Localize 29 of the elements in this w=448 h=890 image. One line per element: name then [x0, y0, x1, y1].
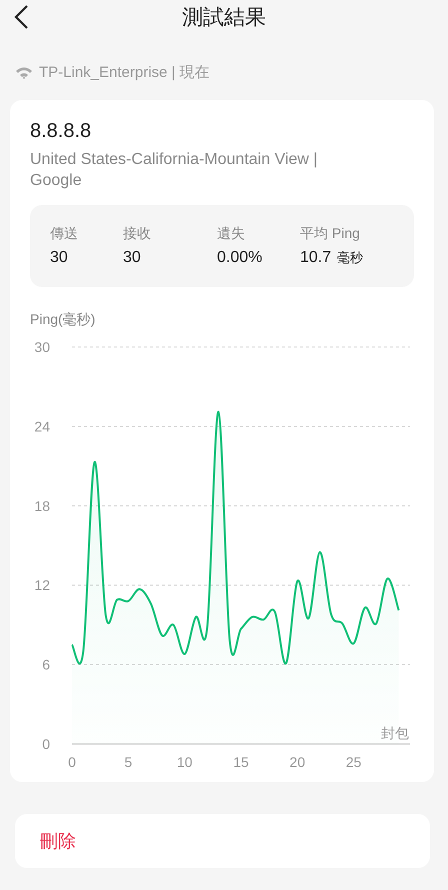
stat-unit: 毫秒 — [337, 249, 364, 267]
stat-label: 平均 Ping — [300, 225, 361, 243]
wifi-icon — [15, 66, 33, 78]
x-tick-label: 25 — [346, 754, 362, 770]
y-tick-label: 18 — [34, 498, 50, 514]
y-tick-label: 0 — [42, 736, 50, 752]
network-status: TP-Link_Enterprise | 現在 — [39, 62, 210, 82]
y-tick-label: 12 — [34, 577, 50, 594]
host-address: 8.8.8.8 — [30, 120, 92, 143]
host-location: United States-California-Mountain View | Google — [30, 150, 319, 191]
stat-label: 接收 — [123, 225, 152, 243]
page-title: 測試結果 — [182, 5, 266, 31]
stat-label: 傳送 — [50, 225, 79, 243]
y-tick-label: 30 — [34, 339, 50, 355]
x-tick-label: 10 — [176, 754, 192, 770]
stat-value: 30 — [50, 249, 68, 267]
delete-button[interactable]: 刪除 — [40, 829, 76, 853]
x-tick-label: 20 — [290, 754, 306, 770]
y-tick-label: 24 — [34, 418, 50, 434]
stat-value: 10.7 — [300, 249, 332, 267]
stat-value: 0.00% — [217, 249, 262, 267]
stat-label: 遺失 — [217, 225, 246, 243]
x-tick-label: 5 — [124, 754, 132, 770]
x-axis-title: 封包 — [381, 725, 409, 741]
y-tick-label: 6 — [42, 656, 50, 673]
x-tick-label: 15 — [233, 754, 249, 770]
stat-value: 30 — [123, 249, 141, 267]
x-tick-label: 0 — [68, 754, 76, 770]
y-axis-title: Ping(毫秒) — [30, 311, 96, 329]
